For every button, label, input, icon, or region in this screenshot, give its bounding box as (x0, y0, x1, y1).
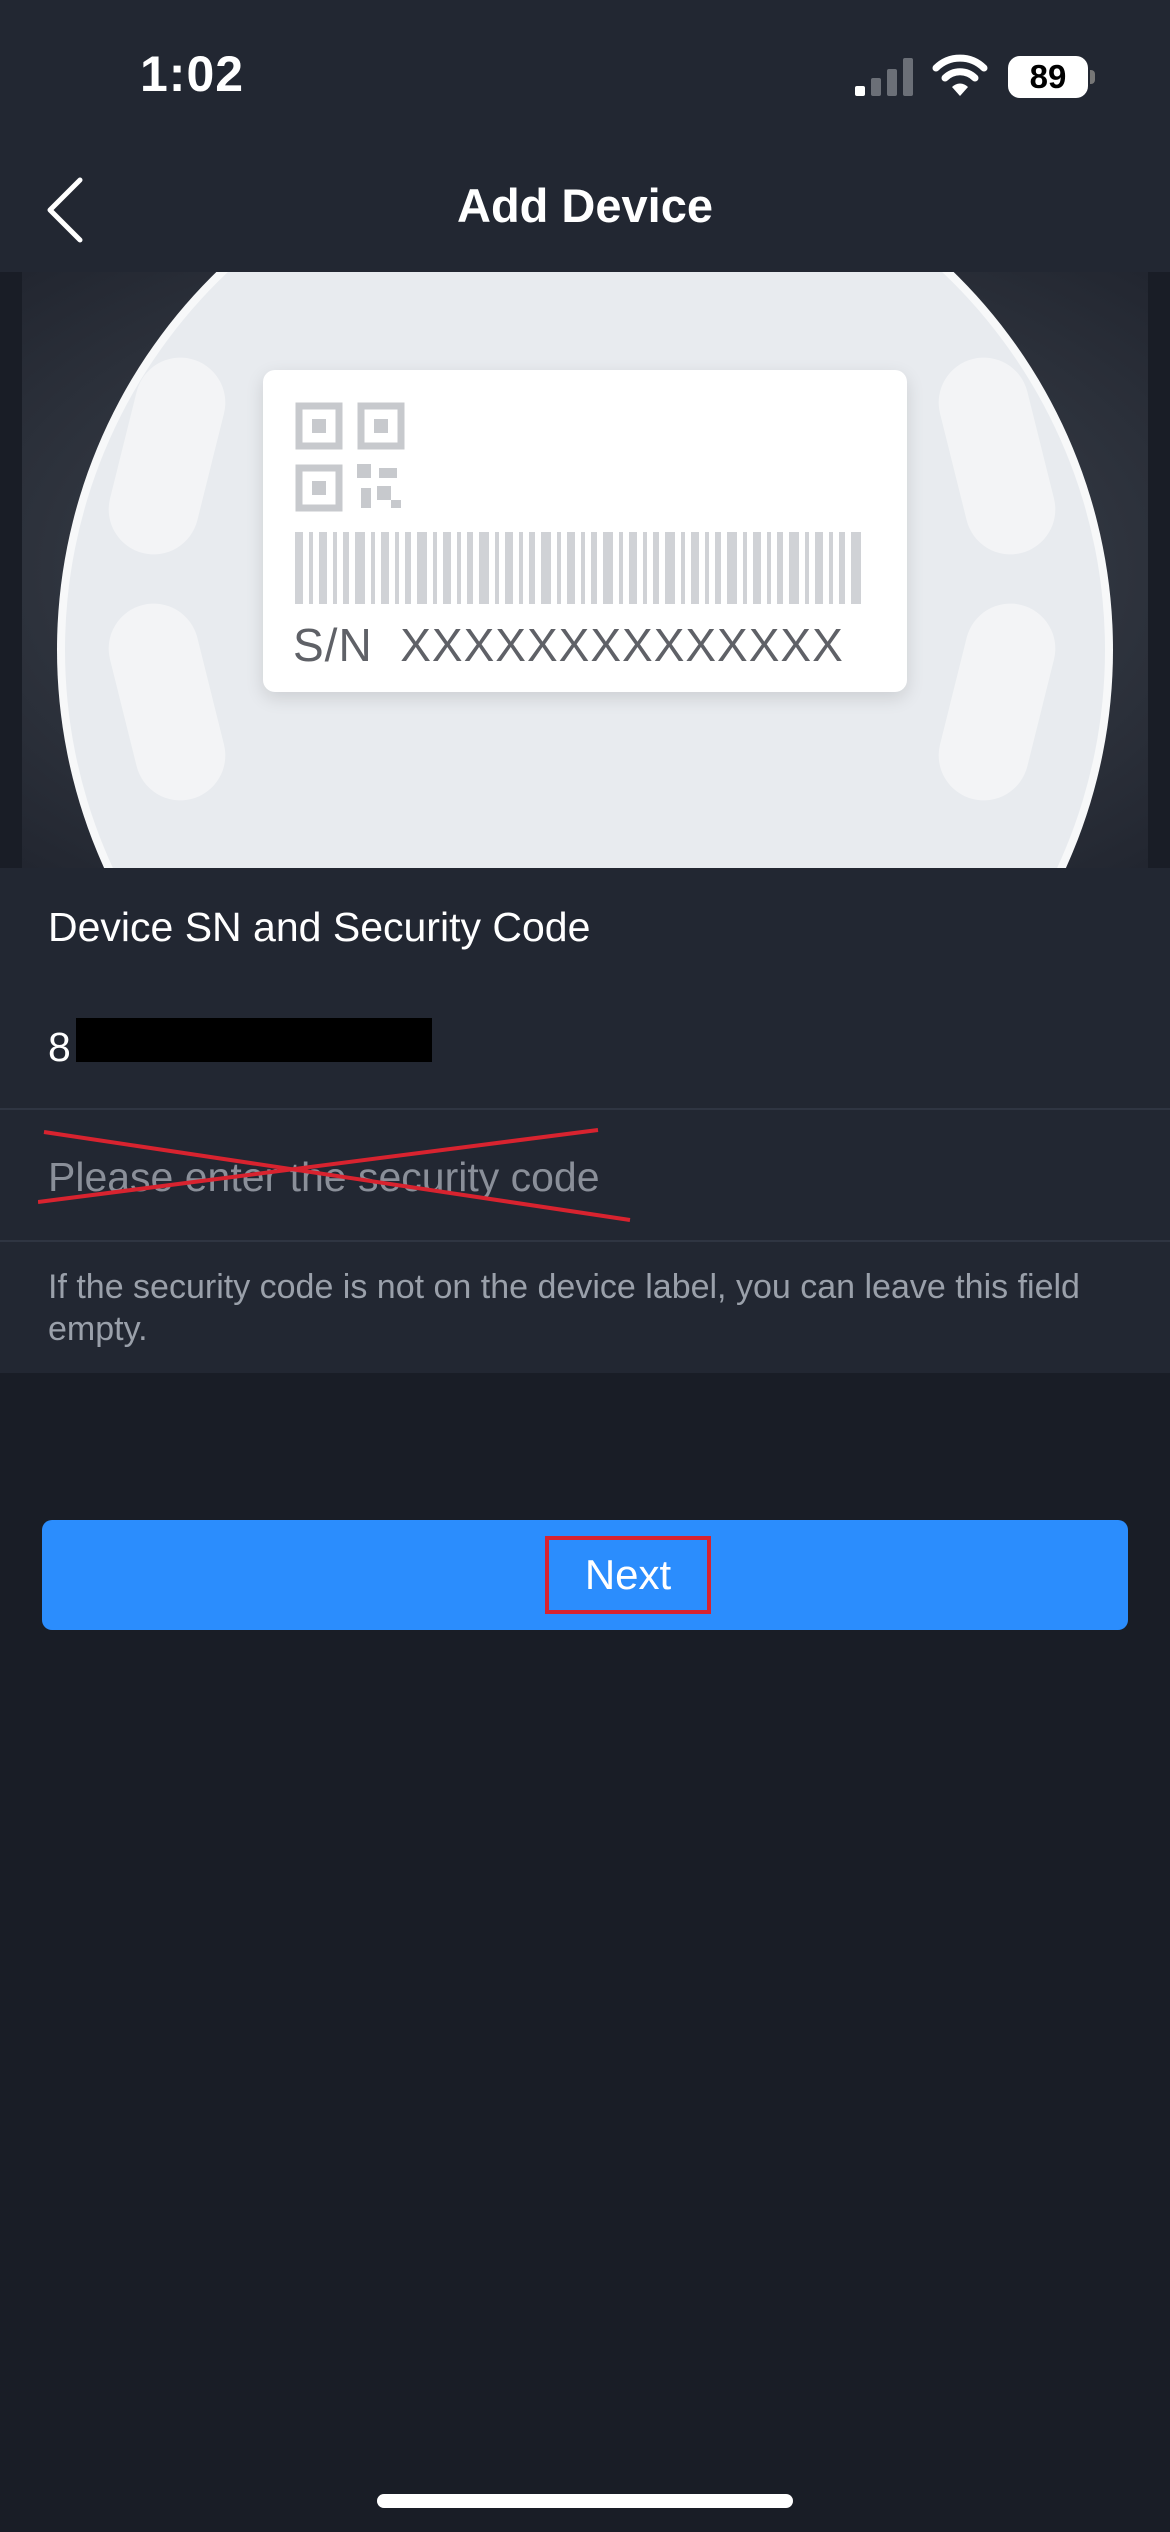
wifi-icon (932, 54, 988, 96)
navigation-bar: Add Device (0, 150, 1170, 272)
home-indicator[interactable] (377, 2494, 793, 2508)
section-title: Device SN and Security Code (48, 904, 591, 950)
sn-value: 8 (48, 1024, 71, 1070)
device-sn-form: Device SN and Security Code 8 If the sec… (0, 868, 1170, 1373)
label-serial-number: S/N XXXXXXXXXXXXXX (293, 619, 844, 671)
security-code-hint: If the security code is not on the devic… (48, 1268, 1080, 1348)
next-button[interactable]: Next (42, 1520, 1128, 1630)
barcode-graphic (295, 532, 861, 604)
qr-code-icon (295, 402, 405, 512)
sn-redaction-bar (76, 1018, 432, 1062)
device-label-card: S/N XXXXXXXXXXXXXX (263, 370, 907, 692)
security-code-input[interactable] (48, 1144, 1118, 1210)
status-time: 1:02 (140, 46, 245, 102)
page-title: Add Device (457, 179, 713, 232)
status-bar: 1:02 89 (0, 0, 1170, 150)
battery-level: 89 (1029, 58, 1067, 95)
sn-field-row: 8 (0, 980, 1170, 1110)
add-device-screen: 1:02 89 Add Device S/N XXXXXXXXXXXXXX De… (0, 0, 1170, 2532)
next-button-label: Next (545, 1536, 711, 1614)
device-label-illustration: S/N XXXXXXXXXXXXXX (22, 272, 1148, 868)
battery-icon: 89 (1008, 56, 1095, 98)
security-code-row (0, 1110, 1170, 1242)
cellular-signal-icon (855, 58, 913, 96)
